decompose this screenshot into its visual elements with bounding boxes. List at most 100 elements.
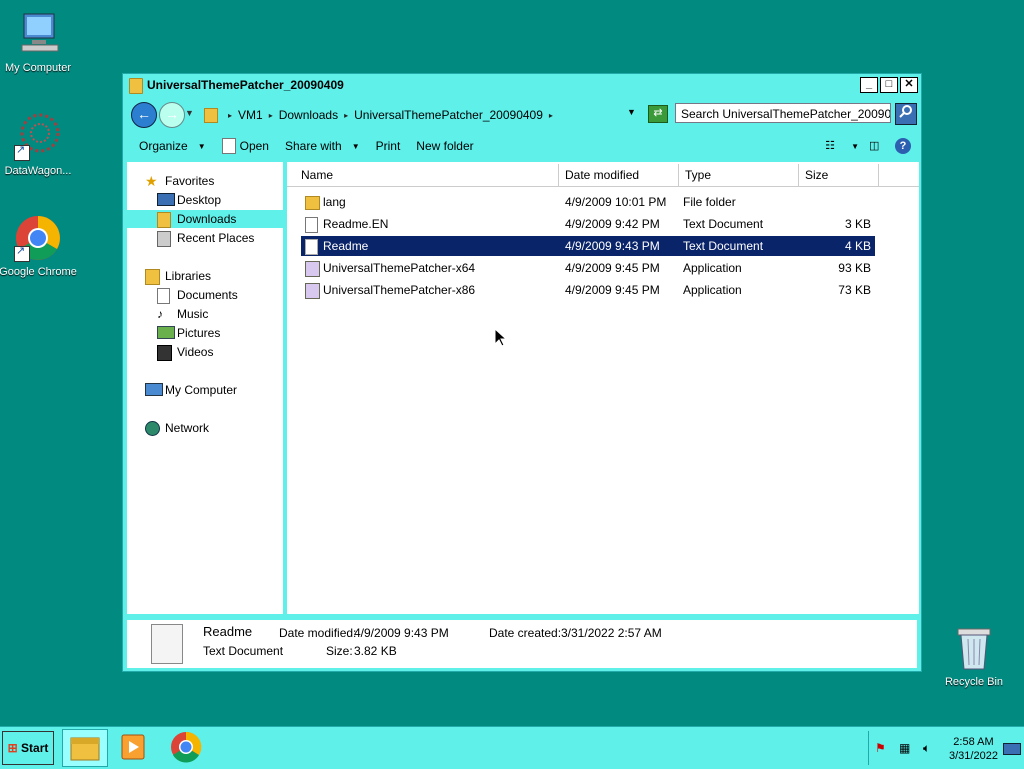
taskbar-media-player[interactable]: [112, 729, 156, 765]
network-status-icon[interactable]: ▦: [899, 741, 915, 755]
nav-item-recent-places[interactable]: Recent Places: [127, 229, 283, 247]
desktop-icon-label: DataWagon...: [4, 165, 72, 177]
column-header-name[interactable]: Name: [295, 164, 559, 186]
libraries-icon: [145, 269, 160, 285]
desktop-icon-recycle-bin[interactable]: Recycle Bin: [940, 625, 1008, 688]
nav-item-label: Videos: [177, 345, 214, 359]
table-row-selected[interactable]: Readme 4/9/2009 9:43 PM Text Document 4 …: [301, 236, 875, 256]
nav-item-my-computer[interactable]: My Computer: [127, 381, 283, 399]
nav-item-libraries[interactable]: Libraries: [127, 267, 283, 285]
file-type: File folder: [683, 195, 736, 209]
taskbar-explorer[interactable]: [62, 729, 108, 767]
details-size: 3.82 KB: [354, 644, 397, 658]
start-button[interactable]: ⊞ Start: [2, 731, 54, 765]
downloads-folder-icon: [157, 212, 171, 228]
help-icon[interactable]: ?: [895, 138, 911, 154]
nav-item-label: My Computer: [165, 383, 238, 397]
nav-item-pictures[interactable]: Pictures: [127, 324, 283, 342]
shortcut-arrow-icon: [14, 244, 30, 262]
file-size: 73 KB: [838, 283, 871, 297]
chevron-down-icon: ▼: [197, 141, 206, 151]
desktop-icon-my-computer[interactable]: My Computer: [0, 10, 78, 74]
column-header-size[interactable]: Size: [799, 164, 879, 186]
column-header-date-modified[interactable]: Date modified: [559, 164, 679, 186]
nav-item-favorites[interactable]: ★ Favorites: [127, 172, 283, 190]
table-row[interactable]: Readme.EN 4/9/2009 9:42 PM Text Document…: [301, 214, 875, 234]
details-file-name: Readme: [203, 624, 253, 639]
print-button[interactable]: Print: [376, 139, 401, 153]
shortcut-arrow-icon: [14, 143, 30, 161]
close-button[interactable]: ✕: [900, 77, 918, 93]
breadcrumb-downloads[interactable]: Downloads: [279, 108, 338, 122]
share-with-label: Share with: [284, 139, 342, 153]
breadcrumb-current-folder[interactable]: UniversalThemePatcher_20090409: [354, 108, 543, 122]
windows-logo-icon: ⊞: [7, 741, 18, 755]
open-button[interactable]: Open: [221, 138, 269, 154]
organize-button[interactable]: Organize ▼: [139, 139, 206, 153]
maximize-button[interactable]: □: [880, 77, 898, 93]
nav-item-network[interactable]: Network: [127, 419, 283, 437]
mouse-cursor-icon: [494, 328, 508, 347]
chevron-down-icon: ▼: [351, 141, 360, 151]
minimize-button[interactable]: _: [860, 77, 878, 93]
breadcrumb-separator[interactable]: ▸: [228, 111, 232, 120]
clock[interactable]: 2:58 AM 3/31/2022: [949, 735, 998, 763]
breadcrumb-separator[interactable]: ▸: [344, 111, 348, 120]
nav-item-label: Documents: [177, 288, 238, 302]
taskbar-chrome[interactable]: [164, 729, 208, 765]
file-name: lang: [323, 195, 346, 209]
address-bar[interactable]: ▸ VM1 ▸ Downloads ▸ UniversalThemePatche…: [199, 103, 643, 127]
details-date-created-label: Date created:: [489, 626, 562, 640]
search-input[interactable]: Search UniversalThemePatcher_20090...: [675, 103, 891, 123]
action-center-flag-icon[interactable]: ⚑: [875, 741, 891, 755]
show-desktop-icon[interactable]: [1003, 743, 1021, 755]
computer-icon: [145, 383, 163, 396]
chevron-down-icon[interactable]: ▼: [851, 142, 859, 151]
recent-pages-dropdown[interactable]: ▼: [185, 108, 194, 118]
text-document-icon: [305, 217, 318, 233]
file-date: 4/9/2009 10:01 PM: [565, 195, 667, 209]
nav-item-music[interactable]: ♪ Music: [127, 305, 283, 323]
breadcrumb-separator[interactable]: ▸: [549, 111, 553, 120]
share-with-button[interactable]: Share with ▼: [285, 139, 360, 153]
desktop-icon-google-chrome[interactable]: Google Chrome: [0, 214, 78, 278]
datawagon-icon: [14, 113, 62, 161]
breadcrumb-vm1[interactable]: VM1: [238, 108, 263, 122]
navigation-pane: ★ Favorites Desktop Downloads Recent Pla…: [127, 162, 283, 614]
preview-pane-icon[interactable]: ◫: [869, 139, 885, 153]
chrome-icon: [14, 214, 62, 262]
address-dropdown[interactable]: ▼: [627, 107, 636, 117]
desktop-icon-label: My Computer: [4, 62, 72, 74]
open-label: Open: [239, 139, 269, 153]
document-icon: [221, 138, 236, 154]
file-type: Application: [683, 283, 742, 297]
breadcrumb-separator[interactable]: ▸: [269, 111, 273, 120]
table-row[interactable]: UniversalThemePatcher-x64 4/9/2009 9:45 …: [301, 258, 875, 278]
search-button[interactable]: [895, 103, 917, 125]
details-file-type: Text Document: [203, 644, 284, 658]
recycle-bin-icon: [957, 628, 991, 670]
new-folder-button[interactable]: New folder: [416, 139, 473, 153]
nav-item-downloads[interactable]: Downloads: [127, 210, 283, 228]
file-date: 4/9/2009 9:45 PM: [565, 261, 660, 275]
computer-icon: [14, 10, 62, 58]
view-options-icon[interactable]: ☷: [825, 139, 841, 153]
table-row[interactable]: UniversalThemePatcher-x86 4/9/2009 9:45 …: [301, 280, 875, 300]
desktop-icon-datawagon[interactable]: DataWagon...: [0, 113, 78, 177]
refresh-button[interactable]: ⇄: [648, 105, 668, 123]
file-list: Name Date modified Type Size lang 4/9/20…: [287, 162, 919, 614]
volume-icon[interactable]: 🔈︎: [923, 741, 939, 755]
title-bar[interactable]: UniversalThemePatcher_20090409 _ □ ✕: [123, 74, 921, 96]
file-date: 4/9/2009 9:45 PM: [565, 283, 660, 297]
table-row[interactable]: lang 4/9/2009 10:01 PM File folder: [301, 192, 875, 212]
nav-item-desktop[interactable]: Desktop: [127, 191, 283, 209]
media-player-icon: [121, 734, 145, 760]
forward-button[interactable]: →: [159, 102, 185, 128]
details-date-modified-label: Date modified:: [279, 626, 357, 640]
column-header-type[interactable]: Type: [679, 164, 799, 186]
text-document-large-icon: [151, 624, 183, 664]
nav-item-videos[interactable]: Videos: [127, 343, 283, 361]
file-size: 93 KB: [838, 261, 871, 275]
back-button[interactable]: ←: [131, 102, 157, 128]
nav-item-documents[interactable]: Documents: [127, 286, 283, 304]
